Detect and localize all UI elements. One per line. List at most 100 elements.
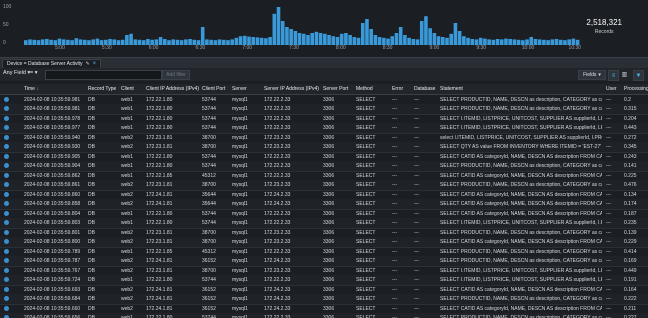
histogram-bar[interactable]: [289, 29, 293, 45]
column-header[interactable]: Server: [232, 86, 262, 92]
histogram-bar[interactable]: [508, 39, 512, 45]
histogram-bar[interactable]: [478, 37, 483, 45]
histogram-bar[interactable]: [251, 37, 256, 45]
histogram-bar[interactable]: [445, 37, 449, 45]
histogram-bar[interactable]: [230, 39, 234, 45]
histogram-bar[interactable]: [369, 29, 373, 45]
histogram-bar[interactable]: [268, 37, 272, 45]
histogram-bars[interactable]: [24, 5, 580, 45]
histogram-bar[interactable]: [133, 39, 138, 45]
histogram-bar[interactable]: [125, 35, 129, 45]
histogram-bar[interactable]: [407, 37, 411, 45]
histogram-bar[interactable]: [512, 39, 517, 45]
histogram-bar[interactable]: [141, 40, 146, 45]
histogram-bar[interactable]: [32, 39, 36, 45]
record-status-icon[interactable]: [4, 286, 9, 292]
histogram-bar[interactable]: [356, 37, 361, 45]
histogram-bar[interactable]: [394, 33, 399, 45]
histogram-bar[interactable]: [213, 40, 218, 45]
column-header[interactable]: Time ↓: [24, 86, 86, 92]
histogram-bar[interactable]: [415, 39, 420, 45]
fields-button[interactable]: Fields ▾: [578, 70, 606, 80]
histogram-bar[interactable]: [495, 39, 500, 45]
column-header[interactable]: Server Port: [323, 86, 354, 92]
histogram-bar[interactable]: [91, 39, 95, 45]
histogram-bar[interactable]: [411, 39, 416, 45]
histogram-bar[interactable]: [441, 37, 445, 45]
histogram-bar[interactable]: [285, 27, 289, 45]
record-status-icon[interactable]: [4, 115, 9, 121]
histogram-bar[interactable]: [87, 40, 91, 45]
histogram-bar[interactable]: [82, 39, 87, 45]
histogram-bar[interactable]: [45, 39, 49, 45]
histogram-bar[interactable]: [428, 28, 432, 45]
record-status-icon[interactable]: [4, 277, 9, 282]
histogram-bar[interactable]: [516, 39, 521, 45]
histogram-bar[interactable]: [205, 39, 209, 45]
histogram-bar[interactable]: [247, 36, 251, 45]
histogram-bar[interactable]: [449, 33, 453, 45]
histogram-bar[interactable]: [373, 35, 378, 45]
record-status-icon[interactable]: [4, 305, 9, 311]
field-select[interactable]: Any Field ▾: [3, 70, 30, 76]
close-icon[interactable]: ×: [93, 61, 97, 67]
record-status-icon[interactable]: [4, 182, 9, 187]
histogram-bar[interactable]: [36, 40, 41, 45]
histogram-bar[interactable]: [491, 39, 496, 45]
record-status-icon[interactable]: [4, 134, 9, 140]
histogram-bar[interactable]: [217, 39, 222, 45]
histogram-bar[interactable]: [419, 21, 424, 45]
histogram-bar[interactable]: [352, 37, 357, 45]
histogram-bar[interactable]: [297, 33, 302, 45]
column-header[interactable]: Client IP Address (IPv4): [146, 86, 200, 92]
histogram-bar[interactable]: [554, 39, 559, 45]
histogram-bar[interactable]: [327, 35, 331, 45]
histogram-bar[interactable]: [221, 39, 226, 45]
histogram-bar[interactable]: [70, 40, 74, 45]
histogram-bar[interactable]: [335, 37, 340, 45]
histogram-bar[interactable]: [209, 39, 213, 45]
record-status-icon[interactable]: [4, 191, 9, 197]
histogram-bar[interactable]: [457, 31, 462, 45]
columns-view-icon[interactable]: ▥: [620, 70, 629, 79]
record-status-icon[interactable]: [4, 220, 9, 225]
column-header[interactable]: Server IP Address (IPv4): [264, 86, 321, 92]
column-header[interactable]: Client Port: [202, 86, 230, 92]
histogram-bar[interactable]: [558, 39, 563, 45]
column-header[interactable]: Processing: [624, 86, 648, 92]
column-header[interactable]: User: [606, 86, 622, 92]
histogram-bar[interactable]: [116, 40, 121, 45]
histogram-bar[interactable]: [243, 35, 247, 45]
list-view-icon[interactable]: ≡: [608, 70, 619, 81]
histogram-bar[interactable]: [171, 39, 175, 45]
histogram-bar[interactable]: [339, 33, 344, 45]
tab-database-server-activity[interactable]: Device = Database Server Activity ✎ ×: [2, 59, 102, 68]
timeline-histogram[interactable]: 100 50 0 5:00 5:30 6:00 6:30 7:00 7:30 8:00 8:3…: [0, 0, 648, 55]
histogram-bar[interactable]: [200, 27, 205, 45]
histogram-bar[interactable]: [529, 37, 534, 45]
histogram-bar[interactable]: [129, 33, 133, 45]
histogram-bar[interactable]: [238, 36, 243, 45]
histogram-bar[interactable]: [179, 40, 184, 45]
histogram-bar[interactable]: [424, 16, 428, 45]
operator-select[interactable]: = ▾: [30, 70, 38, 76]
histogram-bar[interactable]: [462, 36, 466, 45]
histogram-bar[interactable]: [499, 39, 504, 45]
record-status-icon[interactable]: [4, 239, 9, 244]
histogram-bar[interactable]: [272, 13, 277, 45]
histogram-bar[interactable]: [314, 31, 319, 45]
histogram-bar[interactable]: [112, 39, 117, 45]
filter-icon[interactable]: ▼: [633, 70, 644, 81]
add-filter-button[interactable]: Add filter: [162, 70, 190, 80]
column-header[interactable]: Method: [356, 86, 390, 92]
histogram-bar[interactable]: [175, 39, 180, 45]
histogram-bar[interactable]: [306, 35, 310, 45]
histogram-bar[interactable]: [331, 36, 336, 45]
histogram-bar[interactable]: [49, 39, 53, 45]
record-status-icon[interactable]: [4, 96, 9, 102]
table-row[interactable]: 2024-02-08 10:35:59.656 DB web1 172.22.1.80…: [0, 313, 648, 318]
column-header[interactable]: Client: [121, 86, 144, 92]
histogram-bar[interactable]: [167, 40, 171, 45]
histogram-bar[interactable]: [432, 33, 437, 45]
record-status-icon[interactable]: [4, 296, 9, 301]
